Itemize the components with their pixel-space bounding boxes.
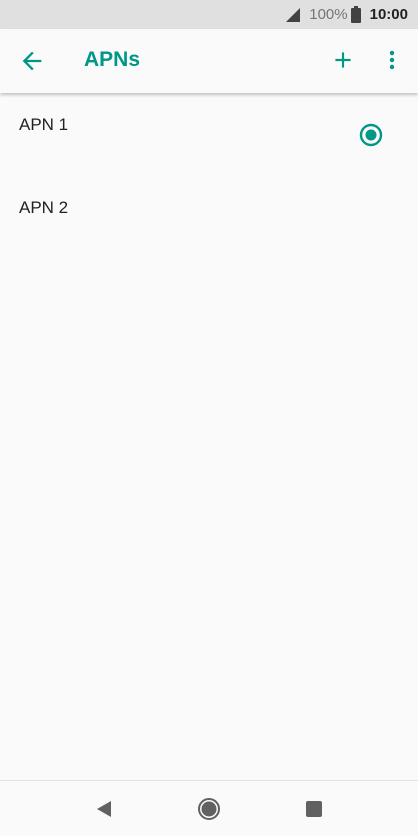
radio-selected-icon[interactable] bbox=[358, 122, 384, 148]
app-bar: APNs bbox=[0, 29, 418, 93]
signal-icon bbox=[286, 7, 301, 22]
apn-item-2[interactable]: APN 2 bbox=[0, 177, 418, 261]
back-arrow-icon[interactable] bbox=[18, 47, 46, 75]
recents-square-icon[interactable] bbox=[302, 797, 326, 821]
more-vert-icon[interactable] bbox=[380, 47, 404, 73]
apn-item-1[interactable]: APN 1 bbox=[0, 93, 418, 177]
apn-item-label: APN 2 bbox=[19, 198, 69, 217]
navigation-bar bbox=[0, 780, 418, 836]
plus-icon[interactable] bbox=[330, 47, 356, 73]
back-triangle-icon[interactable] bbox=[92, 797, 116, 821]
page-title: APNs bbox=[84, 48, 141, 71]
clock: 10:00 bbox=[369, 6, 408, 23]
apn-item-label: APN 1 bbox=[19, 115, 69, 134]
home-circle-icon[interactable] bbox=[197, 797, 221, 821]
battery-percent: 100% bbox=[309, 6, 348, 23]
battery-icon bbox=[350, 6, 361, 23]
status-bar: 100% 10:00 bbox=[0, 0, 418, 29]
